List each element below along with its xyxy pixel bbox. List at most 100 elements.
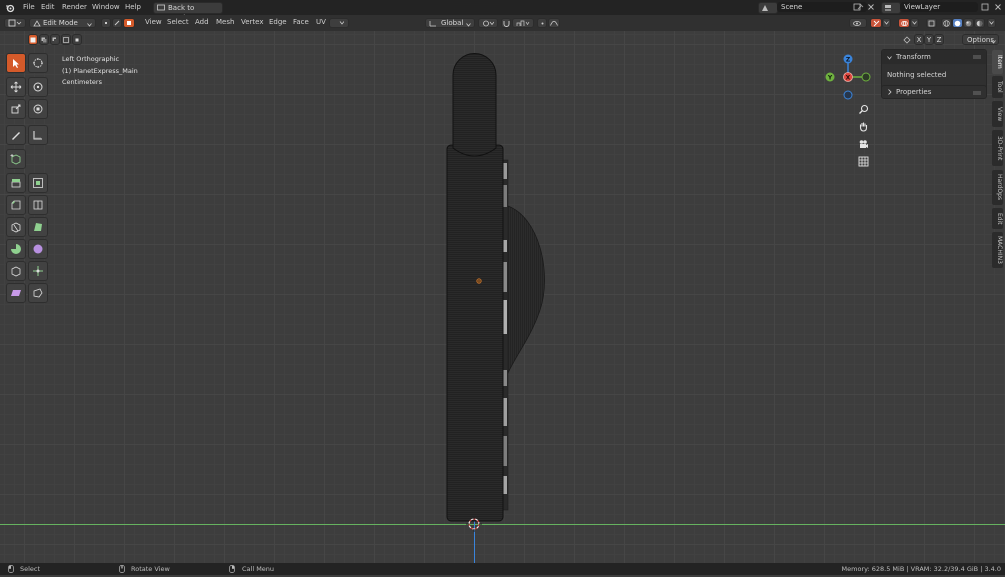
tool-loop-cut[interactable] xyxy=(28,195,48,215)
vertex-select-button[interactable] xyxy=(101,18,111,28)
snap-target-dropdown[interactable] xyxy=(512,18,534,28)
menu-uv[interactable]: UV xyxy=(313,17,329,28)
scene-browse-button[interactable] xyxy=(758,2,778,14)
tool-scale[interactable] xyxy=(6,99,26,119)
uv-options-dropdown[interactable] xyxy=(329,18,349,28)
menu-mesh[interactable]: Mesh xyxy=(213,17,237,28)
tool-inset[interactable] xyxy=(28,173,48,193)
select-intersect-button[interactable] xyxy=(72,34,82,45)
tool-edge-slide[interactable] xyxy=(6,261,26,281)
menu-face[interactable]: Face xyxy=(290,17,312,28)
menu-render[interactable]: Render xyxy=(59,2,90,13)
proportional-falloff-dropdown[interactable] xyxy=(548,18,560,28)
menu-window[interactable]: Window xyxy=(89,2,123,13)
tool-shear[interactable] xyxy=(6,283,26,303)
back-to-previous-button[interactable]: Back to Previous xyxy=(153,2,223,22)
pivot-point-dropdown[interactable] xyxy=(478,18,498,28)
drag-handle-icon[interactable] xyxy=(973,90,981,98)
options-dropdown[interactable]: Options xyxy=(962,34,999,45)
tool-shrink-fatten[interactable] xyxy=(28,261,48,281)
select-new-button[interactable] xyxy=(28,34,38,45)
menu-vertex[interactable]: Vertex xyxy=(238,17,267,28)
transform-orientation-dropdown[interactable]: Global xyxy=(425,18,475,28)
delete-scene-icon[interactable] xyxy=(866,2,876,12)
face-select-button[interactable] xyxy=(123,18,135,28)
gizmo-toggle[interactable] xyxy=(870,18,882,28)
menu-view[interactable]: View xyxy=(142,17,165,28)
tool-select-box[interactable] xyxy=(6,53,26,73)
transform-panel-header[interactable]: Transform xyxy=(882,50,986,64)
tab-view[interactable]: View xyxy=(992,101,1003,127)
gizmo-dropdown[interactable] xyxy=(882,18,891,28)
new-scene-icon[interactable] xyxy=(852,2,862,12)
tab-item[interactable]: Item xyxy=(992,50,1003,74)
overlays-toggle[interactable] xyxy=(898,18,910,28)
overlays-dropdown[interactable] xyxy=(910,18,919,28)
tool-cursor[interactable] xyxy=(28,53,48,73)
tool-rotate[interactable] xyxy=(28,77,48,97)
tool-annotate[interactable] xyxy=(6,125,26,145)
view-layer-name-field[interactable]: ViewLayer xyxy=(900,2,978,12)
snap-toggle[interactable] xyxy=(501,18,511,28)
toggle-perspective-button[interactable] xyxy=(856,154,870,168)
tool-poly-build[interactable] xyxy=(28,217,48,237)
3d-viewport[interactable]: Left Orthographic (1) PlanetExpress_Main… xyxy=(0,31,1005,563)
pan-button[interactable] xyxy=(856,119,870,133)
shading-material-button[interactable] xyxy=(963,18,974,28)
properties-panel[interactable]: Properties xyxy=(881,85,987,99)
tab-tool[interactable]: Tool xyxy=(992,76,1003,98)
menu-edge[interactable]: Edge xyxy=(266,17,290,28)
tool-measure[interactable] xyxy=(28,125,48,145)
poly-build-icon xyxy=(34,223,42,231)
tool-add-cube[interactable] xyxy=(6,149,26,169)
tab-edit[interactable]: Edit xyxy=(992,208,1003,229)
view-layer-browse-button[interactable] xyxy=(881,2,901,14)
mesh-model[interactable] xyxy=(440,47,560,547)
select-extend-button[interactable] xyxy=(39,34,49,45)
xray-toggle[interactable] xyxy=(926,18,937,28)
tool-knife[interactable] xyxy=(6,217,26,237)
tab-hardops[interactable]: HardOps xyxy=(992,170,1003,205)
menu-select[interactable]: Select xyxy=(164,17,192,28)
tool-spin[interactable] xyxy=(6,239,26,259)
tab-machin3[interactable]: MACHIN3 xyxy=(992,232,1003,268)
select-extend-icon xyxy=(41,37,47,42)
tab-3d-print[interactable]: 3D-Print xyxy=(992,130,1003,166)
shading-dropdown[interactable] xyxy=(987,18,996,28)
delete-view-layer-icon[interactable] xyxy=(993,2,1003,12)
mode-selector[interactable]: Edit Mode xyxy=(29,18,96,28)
edge-select-button[interactable] xyxy=(112,18,122,28)
select-invert-button[interactable] xyxy=(61,34,71,45)
menu-file[interactable]: File xyxy=(20,2,38,13)
mirror-options-icon[interactable] xyxy=(902,35,912,45)
menu-edit[interactable]: Edit xyxy=(38,2,58,13)
tool-rip[interactable] xyxy=(28,283,48,303)
select-invert-icon xyxy=(63,36,69,43)
zoom-button[interactable] xyxy=(856,102,870,116)
drag-handle-icon[interactable] xyxy=(973,54,981,62)
proportional-editing-toggle[interactable] xyxy=(537,18,547,28)
scene-name-label: Scene xyxy=(781,3,803,11)
grid-icon xyxy=(858,156,868,166)
select-subtract-button[interactable] xyxy=(50,34,60,45)
tool-transform[interactable] xyxy=(28,99,48,119)
menu-add[interactable]: Add xyxy=(192,17,212,28)
editor-type-button[interactable] xyxy=(4,18,26,28)
navigation-gizmo[interactable]: Z Y X xyxy=(822,51,874,101)
mirror-z-toggle[interactable]: Z xyxy=(934,34,944,45)
shading-solid-button[interactable] xyxy=(952,18,963,28)
tool-bevel[interactable] xyxy=(6,195,26,215)
camera-view-button[interactable] xyxy=(856,137,870,151)
rotate-icon xyxy=(33,82,43,92)
blender-logo-icon[interactable] xyxy=(4,2,16,13)
shading-rendered-button[interactable] xyxy=(974,18,985,28)
view-object-types-dropdown[interactable] xyxy=(849,18,867,28)
mirror-x-toggle[interactable]: X xyxy=(914,34,924,45)
tool-smooth[interactable] xyxy=(28,239,48,259)
menu-help[interactable]: Help xyxy=(122,2,144,13)
tool-move[interactable] xyxy=(6,77,26,97)
shading-wireframe-button[interactable] xyxy=(941,18,952,28)
tool-extrude[interactable] xyxy=(6,173,26,193)
mirror-y-toggle[interactable]: Y xyxy=(924,34,934,45)
new-view-layer-icon[interactable] xyxy=(980,2,990,12)
